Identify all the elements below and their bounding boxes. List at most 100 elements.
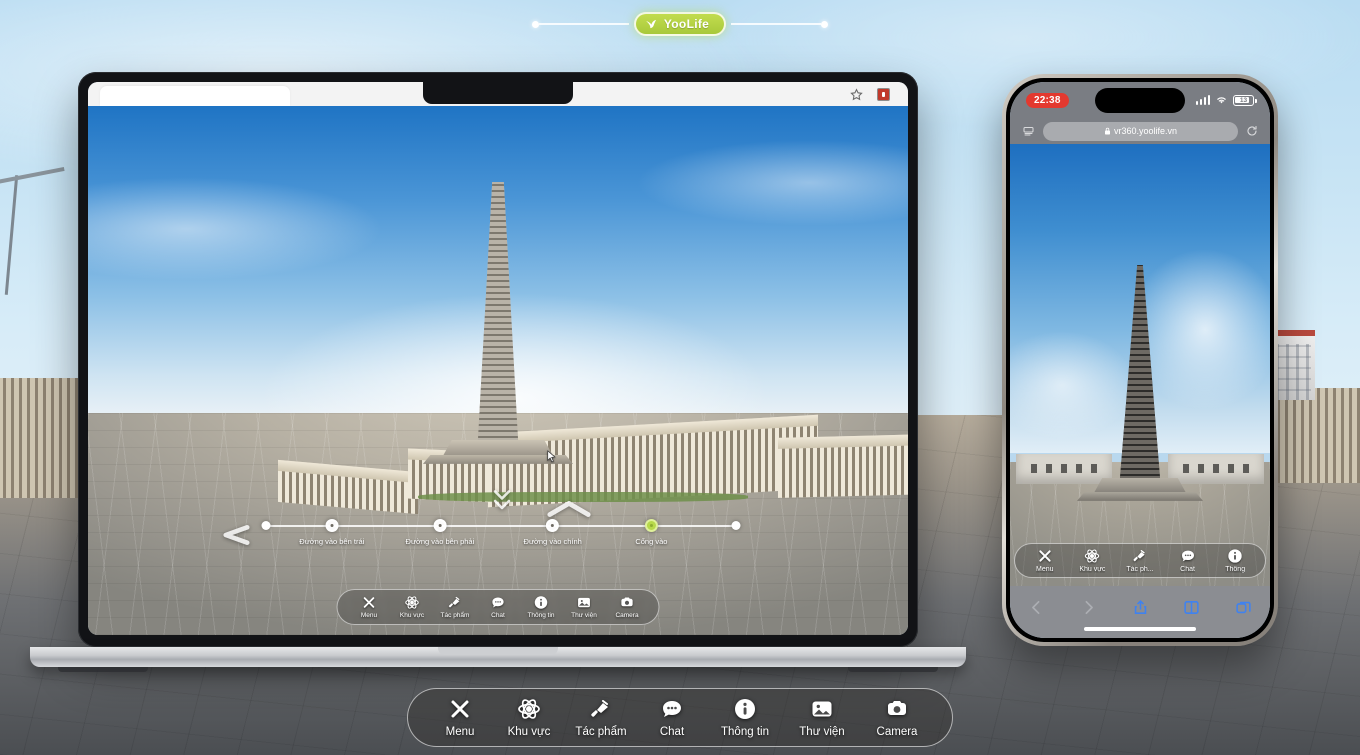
badge-line-right: [731, 23, 822, 25]
yoolife-logo-text: YooLife: [663, 17, 710, 31]
chevron-left-ground-icon[interactable]: [215, 524, 261, 546]
reader-view-icon[interactable]: [1022, 125, 1035, 137]
laptop-device: Đường vào bên trái Đường vào bên phải Đư…: [30, 72, 966, 672]
camera-icon: [621, 597, 633, 607]
overlay-item-chat[interactable]: Chat: [638, 697, 706, 738]
scene-timeline[interactable]: Đường vào bên trái Đường vào bên phải Đư…: [261, 519, 741, 560]
url-text: vr360.yoolife.vn: [1113, 126, 1178, 136]
overlay-label-thu-vien: Thư viện: [799, 726, 845, 738]
gallery-image-icon: [578, 597, 590, 608]
timeline-node-3[interactable]: Cổng vào: [635, 519, 667, 546]
share-icon[interactable]: [1132, 599, 1149, 616]
bookmark-star-icon[interactable]: [850, 87, 863, 101]
artwork-icon: [1133, 550, 1145, 562]
laptop-notch: [423, 82, 573, 104]
phone-vr-toolbar[interactable]: Menu Khu vực Tác ph... Chat Thông: [1014, 543, 1266, 578]
phone-toolbar-item-tac-pham[interactable]: Tác ph...: [1116, 548, 1164, 573]
phone-frame: 22:38 13 vr360.yoolife.vn Menu Khu vực T…: [1002, 74, 1278, 646]
safari-bottom-bar: [1010, 586, 1270, 638]
phone-toolbar-label-thong-tin: Thông: [1225, 566, 1246, 573]
info-circle-icon: [534, 596, 548, 609]
browser-chrome-actions: [850, 87, 908, 101]
overlay-item-camera[interactable]: Camera: [860, 697, 934, 738]
overlay-label-khu-vuc: Khu vực: [507, 726, 551, 738]
lock-icon: [1104, 127, 1110, 135]
vr-monument-base: [443, 439, 553, 456]
overlay-item-tac-pham[interactable]: Tác phẩm: [564, 697, 638, 738]
book-bookmarks-icon[interactable]: [1183, 599, 1200, 616]
phone-toolbar-item-thong-tin[interactable]: Thông: [1211, 548, 1259, 573]
phone-toolbar-item-khu-vuc[interactable]: Khu vực: [1069, 548, 1117, 573]
toolbar-label-thu-vien: Thư viện: [571, 612, 597, 619]
phone-monument-base: [1094, 477, 1186, 493]
toolbar-item-khu-vuc[interactable]: Khu vực: [391, 595, 434, 619]
timeline-label-2: Đường vào chính: [523, 537, 582, 546]
overlay-label-menu: Menu: [445, 726, 475, 738]
chevron-back-icon[interactable]: [1028, 599, 1045, 616]
atom-area-icon: [518, 699, 540, 719]
toolbar-item-thu-vien[interactable]: Thư viện: [563, 595, 606, 619]
phone-vr-viewport[interactable]: Menu Khu vực Tác ph... Chat Thông: [1010, 144, 1270, 586]
home-indicator: [1084, 627, 1196, 631]
extension-icon[interactable]: [877, 87, 890, 101]
info-circle-icon: [1228, 549, 1242, 563]
overlay-item-thu-vien[interactable]: Thư viện: [784, 697, 860, 738]
laptop-lid: Đường vào bên trái Đường vào bên phải Đư…: [78, 72, 918, 647]
overlay-vr-toolbar[interactable]: Menu Khu vực Tác phẩm Chat Thông tin Thư…: [407, 688, 953, 747]
recording-time-pill[interactable]: 22:38: [1026, 92, 1069, 108]
chevron-forward-icon[interactable]: [1080, 599, 1097, 616]
timeline-label-1: Đường vào bên phải: [405, 537, 475, 546]
vr-monument: [423, 181, 573, 464]
chat-bubble-icon: [663, 701, 681, 717]
safari-url-bar[interactable]: vr360.yoolife.vn: [1010, 118, 1270, 144]
overlay-item-thong-tin[interactable]: Thông tin: [706, 697, 784, 738]
top-brand-badge: YooLife: [0, 12, 1360, 36]
toolbar-item-thong-tin[interactable]: Thông tin: [520, 595, 563, 619]
phone-status-bar: 22:38 13: [1010, 82, 1270, 118]
laptop-base-notch: [438, 647, 558, 655]
toolbar-item-menu[interactable]: Menu: [348, 595, 391, 619]
toolbar-item-chat[interactable]: Chat: [477, 595, 520, 619]
phone-toolbar-item-chat[interactable]: Chat: [1164, 548, 1212, 573]
badge-dot-right: [821, 20, 829, 28]
laptop-screen: Đường vào bên trái Đường vào bên phải Đư…: [88, 82, 908, 635]
reload-icon[interactable]: [1246, 125, 1258, 137]
chat-bubble-icon: [492, 597, 504, 608]
vr-viewport[interactable]: Đường vào bên trái Đường vào bên phải Đư…: [88, 106, 908, 635]
phone-device: 22:38 13 vr360.yoolife.vn Menu Khu vực T…: [1002, 74, 1278, 646]
tabs-icon[interactable]: [1235, 599, 1252, 616]
toolbar-item-tac-pham[interactable]: Tác phẩm: [434, 595, 477, 619]
vr-colonnade-far-right: [778, 434, 908, 498]
browser-tab[interactable]: [100, 86, 290, 106]
timeline-start-dot[interactable]: [261, 520, 271, 530]
timeline-node-0[interactable]: Đường vào bên trái: [299, 519, 364, 546]
yoolife-logo-pill[interactable]: YooLife: [633, 12, 727, 36]
battery-level: 13: [1239, 96, 1248, 104]
toolbar-label-camera: Camera: [615, 612, 639, 619]
laptop-base: [30, 647, 966, 672]
toolbar-label-menu: Menu: [360, 612, 378, 619]
timeline-node-1[interactable]: Đường vào bên phải: [405, 519, 475, 546]
phone-vr-monument: [1077, 264, 1203, 501]
vr-toolbar[interactable]: Menu Khu vực Tác phẩm Chat Thông tin Thư…: [336, 589, 660, 625]
toolbar-item-camera[interactable]: Camera: [606, 595, 649, 619]
laptop-foot-left: [58, 667, 148, 672]
chevron-double-down-icon[interactable]: [491, 488, 513, 514]
overlay-item-khu-vuc[interactable]: Khu vực: [494, 697, 564, 738]
phone-vr-building-left: [1016, 454, 1112, 485]
overlay-label-camera: Camera: [876, 726, 918, 738]
chevron-up-ground-icon[interactable]: [545, 499, 593, 519]
close-x-icon: [1039, 550, 1051, 562]
phone-toolbar-item-menu[interactable]: Menu: [1021, 548, 1069, 573]
timeline-end-dot[interactable]: [731, 520, 741, 530]
phone-screen: 22:38 13 vr360.yoolife.vn Menu Khu vực T…: [1010, 82, 1270, 638]
url-input[interactable]: vr360.yoolife.vn: [1043, 121, 1238, 141]
timeline-node-2[interactable]: Đường vào chính: [523, 519, 582, 546]
close-x-icon: [451, 700, 469, 718]
wifi-icon: [1217, 97, 1226, 104]
overlay-item-menu[interactable]: Menu: [426, 697, 494, 738]
phone-bezel: 22:38 13 vr360.yoolife.vn Menu Khu vực T…: [1006, 78, 1274, 642]
laptop-foot-right: [848, 667, 938, 672]
phone-monument-plinth: [1077, 491, 1203, 501]
toolbar-label-khu-vuc: Khu vực: [399, 612, 425, 619]
